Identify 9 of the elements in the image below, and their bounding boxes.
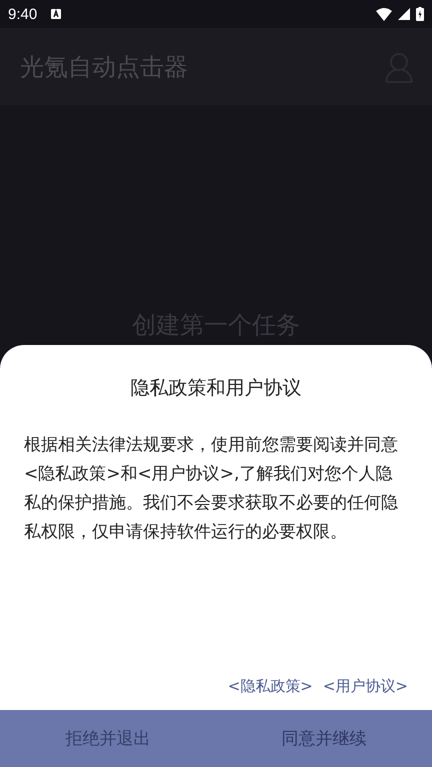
signal-icon bbox=[398, 8, 410, 20]
battery-icon bbox=[416, 7, 424, 21]
dialog-text: 根据相关法律法规要求，使用前您需要阅读并同意<隐私政策>和<用户协议>,了解我们对您个人隐私的保护措施。我们不会要求获取不必要的任何隐私权限，仅申请保持软件运行的必要权限。 bbox=[24, 434, 399, 544]
wifi-icon bbox=[376, 8, 392, 20]
dialog-title: 隐私政策和用户协议 bbox=[130, 376, 302, 401]
policy-link[interactable]: <隐私政策> bbox=[228, 677, 313, 696]
status-time: 9:40 bbox=[8, 6, 38, 22]
notification-icon bbox=[51, 9, 62, 19]
policy-link[interactable]: <用户协议> bbox=[322, 677, 408, 696]
